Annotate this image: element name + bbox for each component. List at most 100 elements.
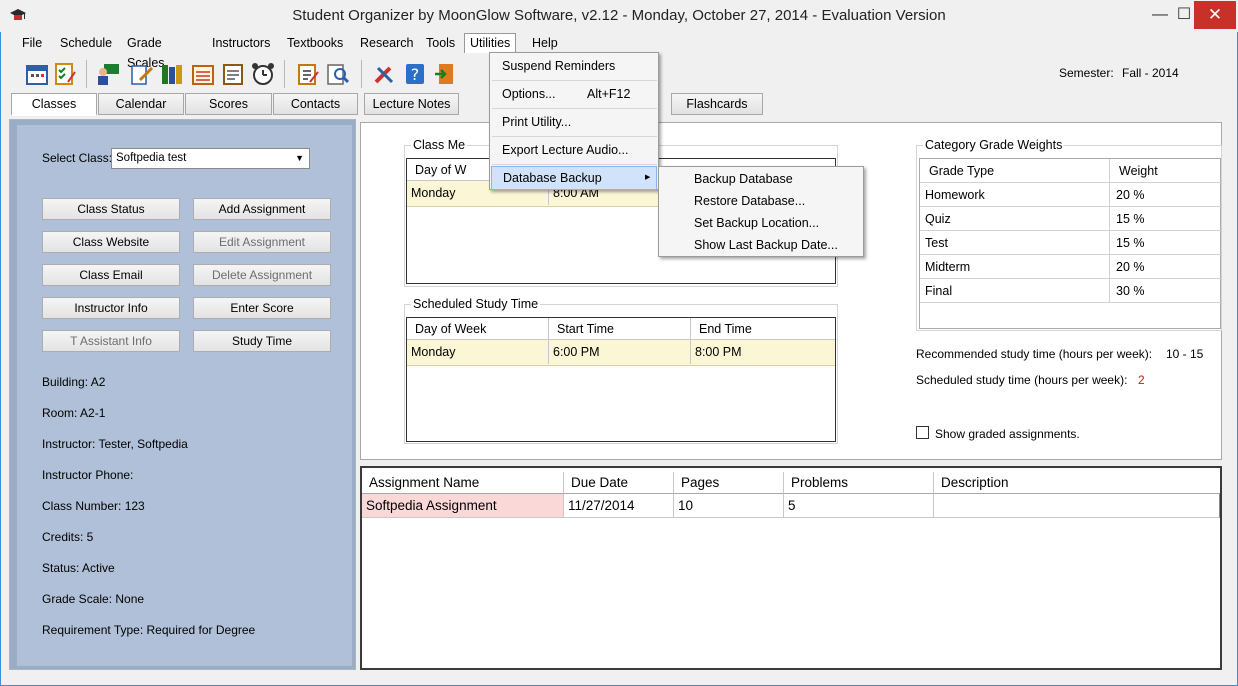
assignments-grid[interactable]: Assignment Name Due Date Pages Problems … bbox=[360, 466, 1222, 670]
class-website-button[interactable]: Class Website bbox=[42, 231, 180, 253]
class-status-button[interactable]: Class Status bbox=[42, 198, 180, 220]
menu-tools[interactable]: Tools bbox=[421, 33, 460, 53]
toolbar-separator bbox=[284, 60, 285, 88]
suspend-reminders-item[interactable]: Suspend Reminders bbox=[491, 54, 657, 78]
utilities-dropdown: Suspend Reminders Options... Alt+F12 Pri… bbox=[489, 52, 659, 190]
column-header[interactable]: Due Date bbox=[564, 472, 674, 494]
research-icon[interactable] bbox=[326, 62, 350, 86]
show-graded-checkbox[interactable] bbox=[916, 426, 929, 439]
notepad-icon[interactable] bbox=[296, 62, 320, 86]
export-lecture-audio-item[interactable]: Export Lecture Audio... bbox=[491, 138, 657, 162]
table-cell[interactable]: Softpedia Assignment bbox=[362, 494, 564, 518]
table-row[interactable]: Final 30 % bbox=[920, 279, 1222, 303]
grade-weights-grid[interactable]: Grade Type Weight Homework 20 % Quiz 15 … bbox=[919, 158, 1222, 329]
add-assignment-button[interactable]: Add Assignment bbox=[193, 198, 331, 220]
credits-info: Credits: 5 bbox=[42, 530, 94, 544]
column-header[interactable]: Assignment Name bbox=[362, 472, 564, 494]
checklist-icon[interactable] bbox=[53, 62, 77, 86]
column-header[interactable]: Description bbox=[934, 472, 1220, 494]
show-graded-label[interactable]: Show graded assignments. bbox=[935, 427, 1080, 441]
backup-database-item[interactable]: Backup Database bbox=[660, 168, 862, 190]
column-header[interactable]: Problems bbox=[784, 472, 934, 494]
table-row[interactable]: Quiz 15 % bbox=[920, 207, 1222, 231]
menu-textbooks[interactable]: Textbooks bbox=[282, 33, 348, 53]
table-row[interactable]: Homework 20 % bbox=[920, 183, 1222, 207]
alarm-clock-icon[interactable] bbox=[251, 62, 275, 86]
scheduled-study-label: Scheduled study time (hours per week): bbox=[916, 373, 1128, 387]
select-class-label: Select Class: bbox=[42, 151, 113, 165]
recommended-study-value: 10 - 15 bbox=[1166, 347, 1204, 361]
room-info: Room: A2-1 bbox=[42, 406, 106, 420]
grade-scale-info: Grade Scale: None bbox=[42, 592, 145, 606]
table-row[interactable]: Midterm 20 % bbox=[920, 255, 1222, 279]
class-select[interactable]: Softpedia test ▼ bbox=[111, 148, 310, 169]
set-backup-location-item[interactable]: Set Backup Location... bbox=[660, 212, 862, 234]
column-header[interactable]: Weight bbox=[1111, 159, 1222, 183]
submenu-arrow-icon: ▶ bbox=[645, 174, 651, 181]
table-cell[interactable] bbox=[934, 494, 1220, 518]
tab-flashcards[interactable]: Flashcards bbox=[671, 93, 763, 115]
exit-icon[interactable] bbox=[433, 62, 457, 86]
toolbar-separator bbox=[86, 60, 87, 88]
tab-classes[interactable]: Classes bbox=[11, 93, 97, 116]
semester-label: Semester: bbox=[1059, 66, 1114, 80]
menu-research[interactable]: Research bbox=[355, 33, 419, 53]
database-backup-item[interactable]: Database Backup ▶ bbox=[491, 166, 657, 190]
building-info: Building: A2 bbox=[42, 375, 106, 389]
menu-file[interactable]: File bbox=[17, 33, 47, 53]
table-cell: 8:00 PM bbox=[695, 345, 742, 359]
semester-value: Fall - 2014 bbox=[1122, 66, 1179, 80]
instructor-icon[interactable] bbox=[96, 62, 120, 86]
status-info: Status: Active bbox=[42, 561, 115, 575]
ta-info-button[interactable]: T Assistant Info bbox=[42, 330, 180, 352]
column-header[interactable]: Grade Type bbox=[920, 159, 1110, 183]
help-icon[interactable]: ? bbox=[403, 62, 427, 86]
tab-scores[interactable]: Scores bbox=[185, 93, 272, 115]
menu-help[interactable]: Help bbox=[527, 33, 563, 53]
column-header[interactable]: Pages bbox=[674, 472, 784, 494]
schedule-icon[interactable] bbox=[191, 62, 215, 86]
delete-assignment-button[interactable]: Delete Assignment bbox=[193, 264, 331, 286]
study-time-grid[interactable]: Day of Week Start Time End Time Monday 6… bbox=[406, 317, 836, 442]
instructor-info-button[interactable]: Instructor Info bbox=[42, 297, 180, 319]
show-last-backup-item[interactable]: Show Last Backup Date... bbox=[660, 234, 862, 256]
window-title: Student Organizer by MoonGlow Software, … bbox=[292, 7, 946, 24]
restore-database-item[interactable]: Restore Database... bbox=[660, 190, 862, 212]
tab-lecture-notes[interactable]: Lecture Notes bbox=[364, 93, 459, 115]
column-header[interactable]: Day of Week bbox=[407, 318, 549, 340]
menu-separator bbox=[492, 164, 657, 165]
notes-icon[interactable] bbox=[221, 62, 245, 86]
tab-calendar[interactable]: Calendar bbox=[98, 93, 184, 115]
menu-grade-scales[interactable]: Grade Scales bbox=[122, 33, 170, 70]
edit-assignment-button[interactable]: Edit Assignment bbox=[193, 231, 331, 253]
database-backup-label: Database Backup bbox=[503, 171, 602, 185]
tools-icon[interactable] bbox=[372, 62, 396, 86]
edit-icon[interactable] bbox=[130, 62, 154, 86]
column-header[interactable]: End Time bbox=[691, 318, 835, 340]
class-email-button[interactable]: Class Email bbox=[42, 264, 180, 286]
table-row[interactable]: Monday 6:00 PM 8:00 PM bbox=[407, 340, 835, 366]
column-header[interactable]: Start Time bbox=[549, 318, 691, 340]
menu-schedule[interactable]: Schedule bbox=[55, 33, 117, 53]
grade-weights-title: Category Grade Weights bbox=[923, 138, 1065, 152]
toolbar-separator bbox=[361, 60, 362, 88]
study-time-title: Scheduled Study Time bbox=[411, 297, 541, 311]
table-cell[interactable]: 10 bbox=[674, 494, 784, 518]
class-select-value: Softpedia test bbox=[116, 152, 187, 164]
close-button[interactable]: ✕ bbox=[1194, 1, 1236, 29]
print-utility-item[interactable]: Print Utility... bbox=[491, 110, 657, 134]
study-time-button[interactable]: Study Time bbox=[193, 330, 331, 352]
tab-contacts[interactable]: Contacts bbox=[273, 93, 358, 115]
calendar-icon[interactable] bbox=[25, 62, 49, 86]
menu-instructors[interactable]: Instructors bbox=[207, 33, 275, 53]
chevron-down-icon: ▼ bbox=[295, 153, 304, 163]
enter-score-button[interactable]: Enter Score bbox=[193, 297, 331, 319]
table-cell: 30 % bbox=[1116, 284, 1145, 298]
table-cell[interactable]: 11/27/2014 bbox=[564, 494, 674, 518]
table-cell: 20 % bbox=[1116, 260, 1145, 274]
options-item[interactable]: Options... Alt+F12 bbox=[491, 82, 657, 106]
books-icon[interactable] bbox=[160, 62, 184, 86]
table-row[interactable]: Test 15 % bbox=[920, 231, 1222, 255]
table-cell[interactable]: 5 bbox=[784, 494, 934, 518]
menu-utilities[interactable]: Utilities bbox=[464, 33, 517, 53]
